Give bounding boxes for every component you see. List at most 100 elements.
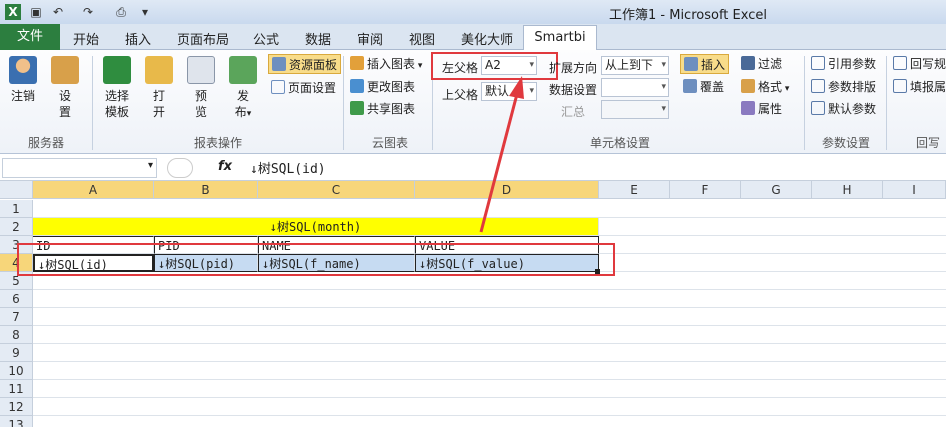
- column-header-d[interactable]: D: [415, 181, 599, 199]
- group-divider: [92, 56, 93, 150]
- change-chart-button[interactable]: 更改图表: [350, 77, 415, 97]
- column-header-h[interactable]: H: [812, 181, 883, 199]
- gear-icon: [51, 56, 79, 84]
- share-chart-button[interactable]: 共享图表: [350, 99, 415, 119]
- formula-input[interactable]: ↓树SQL(id): [250, 158, 326, 177]
- cell-c2-merged[interactable]: ↓树SQL(month): [33, 218, 599, 236]
- overwrite-icon: [683, 79, 697, 93]
- tab-page-layout[interactable]: 页面布局: [177, 29, 229, 48]
- preview-button[interactable]: 预 览: [186, 56, 216, 120]
- row-highlight-box: [17, 243, 615, 276]
- group-label-params: 参数设置: [822, 136, 871, 150]
- column-header-g[interactable]: G: [741, 181, 812, 199]
- page-setup-icon: [271, 80, 285, 94]
- ribbon-tabs: 文件 开始 插入 页面布局 公式 数据 审阅 视图 美化大师 Smartbi: [0, 24, 946, 51]
- expand-direction-select[interactable]: 从上到下 ▾: [601, 56, 669, 75]
- data-settings-label: 数据设置: [549, 83, 598, 97]
- customize-toolbar-icon[interactable]: ▾: [137, 4, 153, 20]
- tab-insert[interactable]: 插入: [125, 29, 151, 48]
- row-header[interactable]: 1: [0, 200, 33, 218]
- row-header[interactable]: 13: [0, 416, 33, 427]
- expand-direction-label: 扩展方向: [549, 61, 598, 75]
- page-setup-button[interactable]: 页面设置: [271, 78, 336, 98]
- tab-view[interactable]: 视图: [409, 29, 435, 48]
- tab-file[interactable]: 文件: [0, 24, 60, 50]
- reference-params-button[interactable]: 引用参数: [811, 54, 876, 74]
- chevron-down-icon: ▾: [661, 82, 666, 92]
- select-template-button[interactable]: 选择 模板: [101, 56, 133, 120]
- ribbon: 注销 设 置 服务器 选择 模板 打 开 预 览 发 布▾ 资源面板 页面设置 …: [0, 50, 946, 154]
- column-header-e[interactable]: E: [599, 181, 670, 199]
- top-parent-select[interactable]: 默认 ▾: [481, 82, 537, 101]
- window-title: 工作簿1 - Microsoft Excel: [609, 8, 767, 23]
- chevron-down-icon: ▾: [147, 160, 153, 171]
- formula-expand-handle[interactable]: [167, 158, 193, 178]
- tab-data[interactable]: 数据: [305, 29, 331, 48]
- redo-icon[interactable]: ↷: [80, 4, 96, 20]
- select-all-corner[interactable]: [0, 181, 33, 199]
- property-icon: [741, 101, 755, 115]
- name-box[interactable]: ▾: [2, 158, 157, 178]
- group-label-cloud-chart: 云图表: [372, 136, 409, 150]
- row-header[interactable]: 12: [0, 398, 33, 416]
- fill-report-button[interactable]: 填报属: [893, 77, 946, 97]
- reference-params-icon: [811, 56, 825, 70]
- row-header[interactable]: 6: [0, 290, 33, 308]
- tab-formulas[interactable]: 公式: [253, 29, 279, 48]
- default-params-button[interactable]: 默认参数: [811, 99, 876, 119]
- share-chart-icon: [350, 101, 364, 115]
- row-header[interactable]: 7: [0, 308, 33, 326]
- tab-beautify[interactable]: 美化大师: [461, 29, 513, 48]
- settings-button[interactable]: 设 置: [50, 56, 80, 120]
- insert-function-button[interactable]: fx: [218, 159, 232, 174]
- undo-icon[interactable]: ↶: [50, 4, 66, 20]
- top-parent-label: 上父格: [442, 88, 479, 102]
- chevron-down-icon: ▾: [529, 86, 534, 96]
- insert-icon: [684, 57, 698, 71]
- folder-icon: [145, 56, 173, 84]
- brush-icon: [741, 79, 755, 93]
- tab-home[interactable]: 开始: [73, 29, 99, 48]
- column-header-i[interactable]: I: [883, 181, 946, 199]
- summary-select[interactable]: ▾: [601, 100, 669, 119]
- column-header-f[interactable]: F: [670, 181, 741, 199]
- row-header[interactable]: 11: [0, 380, 33, 398]
- save-icon[interactable]: ▣: [28, 4, 44, 20]
- overwrite-mode-button[interactable]: 覆盖: [683, 77, 724, 97]
- user-icon: [9, 56, 37, 84]
- open-button[interactable]: 打 开: [144, 56, 174, 120]
- group-divider: [886, 56, 887, 150]
- column-header-c[interactable]: C: [258, 181, 415, 199]
- row-header[interactable]: 9: [0, 344, 33, 362]
- row-header[interactable]: 10: [0, 362, 33, 380]
- group-divider: [343, 56, 344, 150]
- row-header[interactable]: 8: [0, 326, 33, 344]
- document-icon: [187, 56, 215, 84]
- property-button[interactable]: 属性: [741, 99, 782, 119]
- fill-report-icon: [893, 79, 907, 93]
- summary-label: 汇总: [561, 105, 586, 119]
- column-header-b[interactable]: B: [154, 181, 258, 199]
- insert-chart-button[interactable]: 插入图表 ▾: [350, 54, 422, 74]
- tab-review[interactable]: 审阅: [357, 29, 383, 48]
- tab-smartbi[interactable]: Smartbi: [523, 25, 597, 51]
- filter-button[interactable]: 过滤: [741, 54, 782, 74]
- print-preview-icon[interactable]: ⎙: [113, 4, 129, 20]
- param-layout-button[interactable]: 参数排版: [811, 77, 876, 97]
- data-settings-select[interactable]: ▾: [601, 78, 669, 97]
- insert-mode-button[interactable]: 插入: [680, 54, 730, 74]
- writeback-icon: [893, 56, 907, 70]
- excel-template-icon: [103, 56, 131, 84]
- worksheet-grid: A B C D E F G H I 1 2 3 4 5 6 7 8 9 10 1…: [0, 181, 946, 427]
- chevron-down-icon: ▾: [661, 60, 666, 70]
- publish-button[interactable]: 发 布▾: [228, 56, 258, 122]
- group-label-report-ops: 报表操作: [194, 136, 243, 150]
- group-divider: [804, 56, 805, 150]
- row-header[interactable]: 2: [0, 218, 33, 236]
- excel-logo-icon: X: [5, 4, 21, 20]
- resource-panel-button[interactable]: 资源面板: [268, 54, 342, 74]
- column-header-a[interactable]: A: [33, 181, 154, 199]
- writeback-rule-button[interactable]: 回写规: [893, 54, 946, 74]
- logout-button[interactable]: 注销: [8, 56, 38, 104]
- format-button[interactable]: 格式 ▾: [741, 77, 789, 97]
